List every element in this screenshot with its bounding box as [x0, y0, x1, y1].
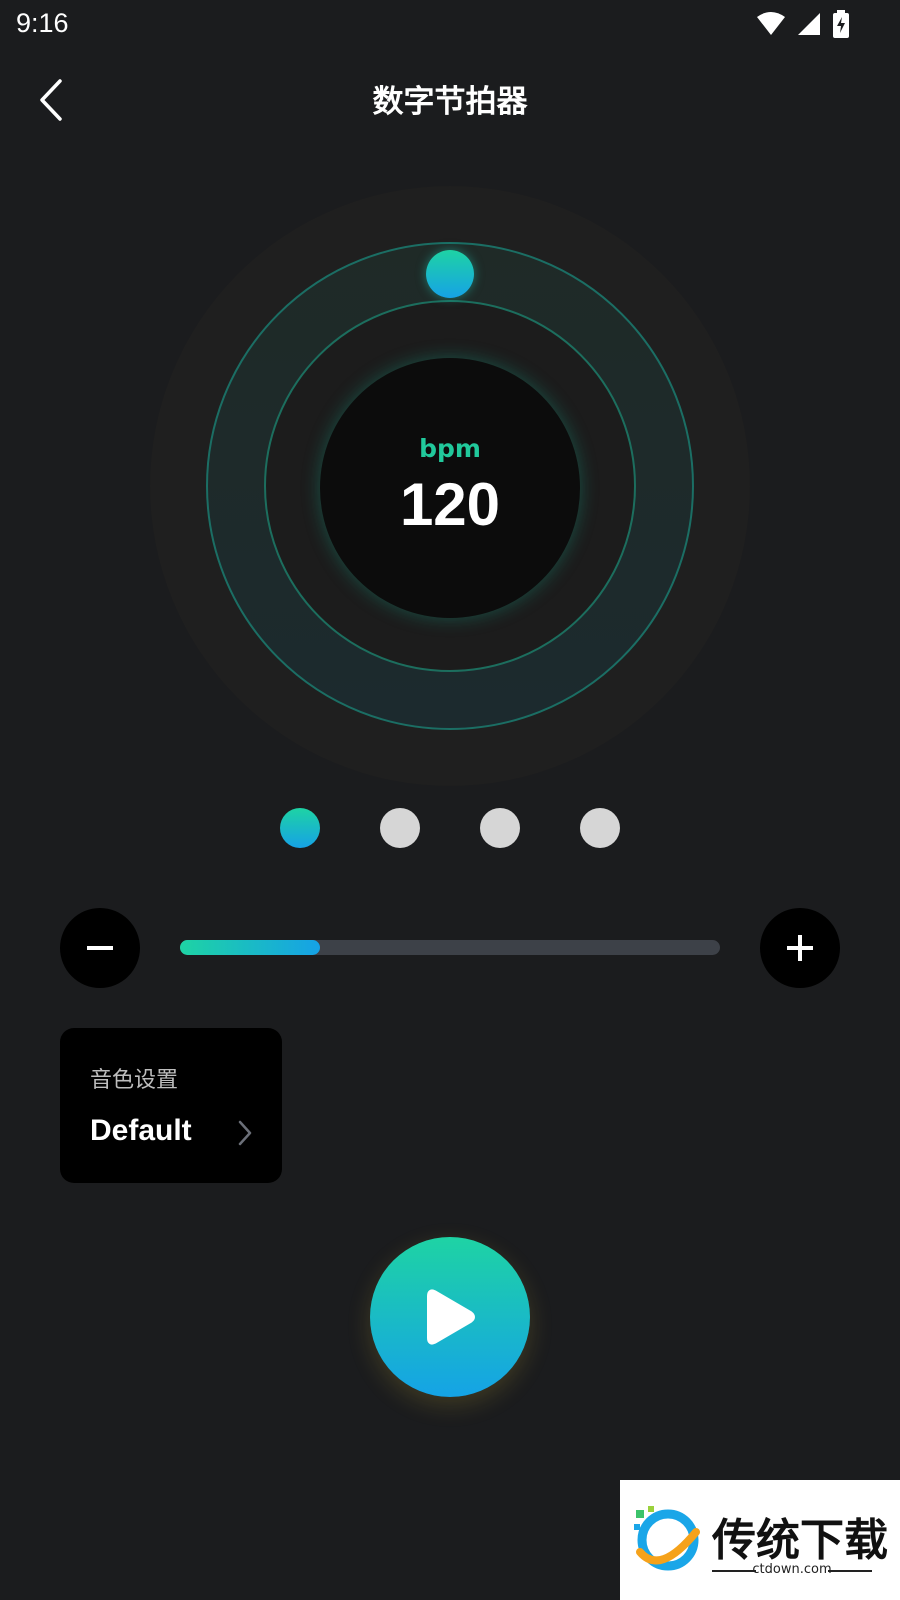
play-button[interactable]: [370, 1237, 530, 1397]
watermark-text: 传统下载: [712, 1515, 888, 1566]
beat-dot[interactable]: [280, 808, 320, 848]
beat-dot[interactable]: [380, 808, 420, 848]
watermark: 传统下载 ctdown.com: [620, 1480, 900, 1600]
decrease-tempo-button[interactable]: [60, 908, 140, 988]
increase-tempo-button[interactable]: [760, 908, 840, 988]
signal-icon: [798, 13, 820, 35]
watermark-line-right: [828, 1570, 872, 1572]
plus-icon: [787, 935, 813, 961]
tempo-slider-fill: [180, 940, 321, 955]
bpm-value: 120: [399, 471, 501, 538]
status-bar: 9:16: [0, 0, 900, 48]
tempo-slider[interactable]: [180, 940, 720, 955]
bpm-unit: bpm: [419, 434, 481, 463]
battery-charging-icon: [833, 10, 849, 38]
minus-icon: [87, 946, 113, 950]
beat-dot[interactable]: [580, 808, 620, 848]
beat-dot[interactable]: [480, 808, 520, 848]
status-icons: [756, 10, 850, 38]
beat-indicators: [0, 808, 900, 848]
dial-knob[interactable]: [426, 250, 474, 298]
watermark-logo-icon: [634, 1506, 700, 1571]
bpm-display: bpm 120: [320, 358, 580, 618]
sound-settings-card[interactable]: 音色设置 Default: [60, 1028, 282, 1183]
sound-settings-label: 音色设置: [90, 1068, 179, 1093]
sound-settings-value: Default: [90, 1114, 192, 1147]
status-time: 9:16: [16, 8, 69, 38]
wifi-icon: [757, 12, 785, 35]
play-icon: [427, 1289, 475, 1345]
header: 数字节拍器: [0, 60, 900, 140]
chevron-right-icon: [238, 1120, 252, 1146]
page-title: 数字节拍器: [372, 84, 528, 120]
